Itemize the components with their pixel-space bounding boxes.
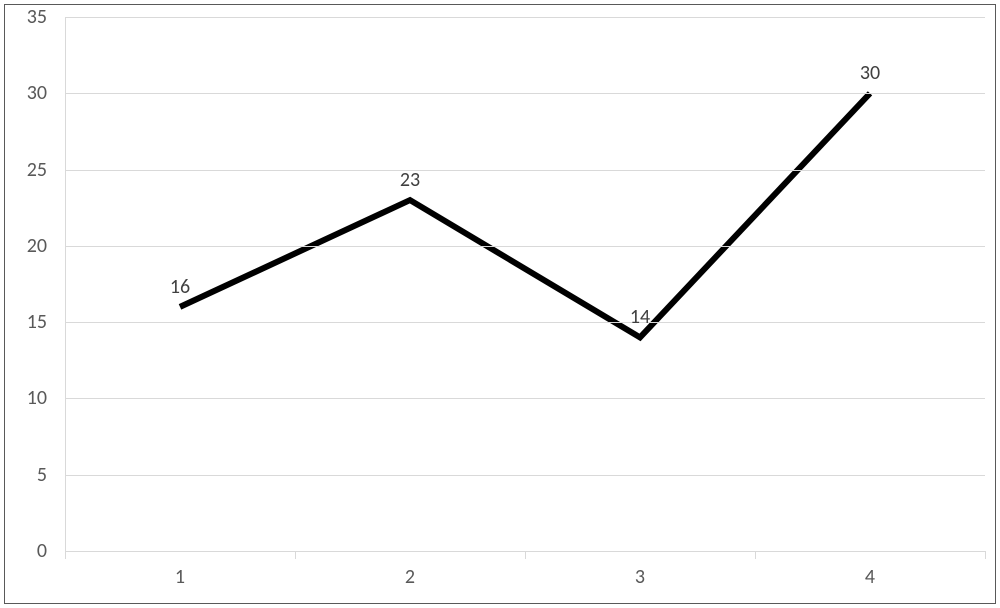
gridline bbox=[65, 475, 985, 476]
series-line bbox=[180, 93, 870, 337]
x-tick-label: 2 bbox=[390, 565, 430, 589]
x-tick-label: 4 bbox=[850, 565, 890, 589]
x-axis-tick bbox=[755, 551, 756, 559]
data-label: 14 bbox=[630, 305, 650, 329]
chart-container: 05101520253035123416231430 bbox=[4, 4, 996, 604]
x-axis-tick bbox=[985, 551, 986, 559]
y-tick-label: 20 bbox=[7, 234, 47, 258]
y-tick-label: 5 bbox=[7, 463, 47, 487]
x-axis-tick bbox=[65, 551, 66, 559]
gridline bbox=[65, 170, 985, 171]
data-label: 30 bbox=[860, 61, 880, 85]
gridline bbox=[65, 322, 985, 323]
gridline bbox=[65, 93, 985, 94]
y-tick-label: 30 bbox=[7, 81, 47, 105]
y-tick-label: 25 bbox=[7, 158, 47, 182]
x-axis-tick bbox=[525, 551, 526, 559]
x-tick-label: 1 bbox=[160, 565, 200, 589]
gridline bbox=[65, 398, 985, 399]
y-tick-label: 35 bbox=[7, 5, 47, 29]
plot-area bbox=[65, 17, 985, 551]
x-axis-tick bbox=[295, 551, 296, 559]
gridline bbox=[65, 17, 985, 18]
line-series bbox=[65, 17, 985, 551]
data-label: 23 bbox=[400, 168, 420, 192]
y-tick-label: 10 bbox=[7, 386, 47, 410]
data-label: 16 bbox=[170, 275, 190, 299]
y-tick-label: 0 bbox=[7, 539, 47, 563]
y-tick-label: 15 bbox=[7, 310, 47, 334]
x-tick-label: 3 bbox=[620, 565, 660, 589]
gridline bbox=[65, 246, 985, 247]
